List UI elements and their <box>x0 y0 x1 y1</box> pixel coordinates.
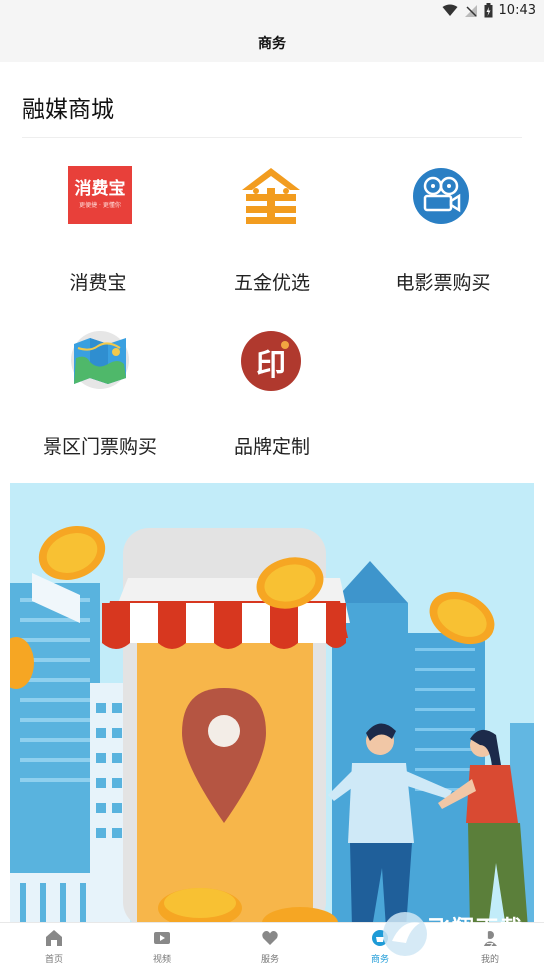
battery-charging-icon <box>484 3 493 18</box>
page-title: 商务 <box>258 36 286 52</box>
watermark-logo-icon <box>383 912 427 956</box>
watermark: 飞翔下载 WWW.FXXZ.COM <box>378 905 544 968</box>
xiaofeibao-logo-text: 消费宝 <box>74 179 126 199</box>
heart-icon <box>262 931 278 945</box>
grid-item-label: 消费宝 <box>69 272 127 294</box>
grid-item-xiaofeibao[interactable]: 消费宝 更便捷 · 更懂你 消费宝 <box>8 166 188 306</box>
tab-home[interactable]: 首页 <box>0 923 108 969</box>
tab-label: 服务 <box>260 955 279 965</box>
grid-item-movie-ticket[interactable]: 电影票购买 <box>353 166 533 306</box>
xiaofeibao-logo-icon: 消费宝 更便捷 · 更懂你 <box>68 166 132 230</box>
shop-promo-illustration <box>10 483 534 928</box>
tab-video[interactable]: 视频 <box>108 923 216 969</box>
section-title: 融媒商城 <box>22 97 114 123</box>
tab-label: 视频 <box>152 955 171 965</box>
home-icon <box>46 930 62 946</box>
xiaofeibao-logo-sub: 更便捷 · 更懂你 <box>79 202 121 209</box>
video-icon <box>154 932 170 944</box>
wifi-icon <box>442 4 458 16</box>
promo-banner[interactable] <box>10 483 534 928</box>
status-bar: 10:43 <box>0 0 544 24</box>
grid-item-scenic-ticket[interactable]: 景区门票购买 <box>10 330 190 470</box>
watermark-name: 飞翔下载 <box>428 917 525 942</box>
grid-item-label: 品牌定制 <box>233 436 310 458</box>
grid-item-brand-custom[interactable]: 印 品牌定制 <box>182 330 362 470</box>
tab-service[interactable]: 服务 <box>216 923 324 969</box>
hardware-logo-icon <box>238 166 302 230</box>
map-icon <box>68 330 132 394</box>
status-icons: 10:43 <box>442 3 536 18</box>
seal-icon: 印 <box>240 330 304 394</box>
watermark-url: WWW.FXXZ.COM <box>430 941 524 954</box>
movie-camera-icon <box>411 166 475 230</box>
grid-item-hardware[interactable]: 五金优选 <box>182 166 362 306</box>
grid-item-label: 景区门票购买 <box>42 436 157 458</box>
clock: 10:43 <box>498 3 536 18</box>
app-bar: 商务 <box>0 24 544 62</box>
grid-item-label: 电影票购买 <box>395 272 491 294</box>
grid-item-label: 五金优选 <box>233 272 310 294</box>
tab-label: 首页 <box>44 955 63 965</box>
seal-text: 印 <box>256 348 286 383</box>
no-signal-icon <box>464 4 477 17</box>
divider <box>22 137 522 138</box>
